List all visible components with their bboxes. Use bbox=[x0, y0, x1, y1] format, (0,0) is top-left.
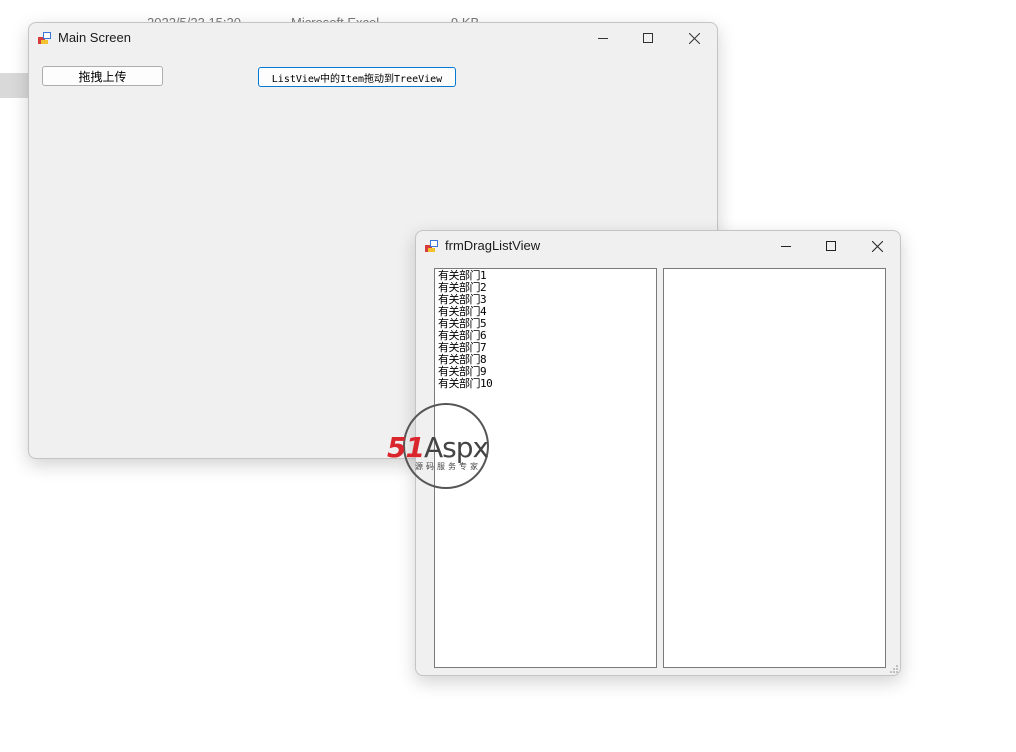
watermark-51: 51 bbox=[387, 431, 425, 464]
drag-upload-button[interactable]: 拖拽上传 bbox=[42, 66, 163, 86]
listview-to-treeview-button[interactable]: ListView中的Item拖动到TreeView bbox=[258, 67, 456, 87]
watermark-tagline: 源码服务专家 bbox=[415, 462, 481, 471]
drag-titlebar[interactable]: frmDragListView bbox=[416, 231, 900, 261]
maximize-icon bbox=[826, 241, 836, 251]
app-icon bbox=[425, 240, 438, 252]
list-item[interactable]: 有关部门10 bbox=[435, 378, 656, 390]
drag-minimize-button[interactable] bbox=[763, 231, 809, 261]
minimize-icon bbox=[781, 246, 791, 247]
maximize-icon bbox=[643, 33, 653, 43]
main-window-title: Main Screen bbox=[58, 30, 131, 45]
close-icon bbox=[871, 240, 883, 252]
main-close-button[interactable] bbox=[671, 23, 717, 53]
main-maximize-button[interactable] bbox=[625, 23, 671, 53]
drag-maximize-button[interactable] bbox=[808, 231, 854, 261]
target-treeview[interactable] bbox=[663, 268, 886, 668]
watermark-logo: 51Aspx 源码服务专家 bbox=[387, 403, 511, 495]
bg-selection-strip bbox=[0, 73, 28, 98]
app-icon bbox=[38, 32, 51, 44]
watermark-wordmark: 51Aspx bbox=[387, 431, 489, 464]
main-titlebar[interactable]: Main Screen bbox=[29, 23, 717, 53]
drag-window-title: frmDragListView bbox=[445, 238, 541, 253]
close-icon bbox=[688, 32, 700, 44]
minimize-icon bbox=[598, 38, 608, 39]
watermark-aspx: Aspx bbox=[423, 431, 489, 464]
main-minimize-button[interactable] bbox=[580, 23, 626, 53]
resize-grip-icon[interactable] bbox=[890, 665, 898, 673]
drag-close-button[interactable] bbox=[854, 231, 900, 261]
